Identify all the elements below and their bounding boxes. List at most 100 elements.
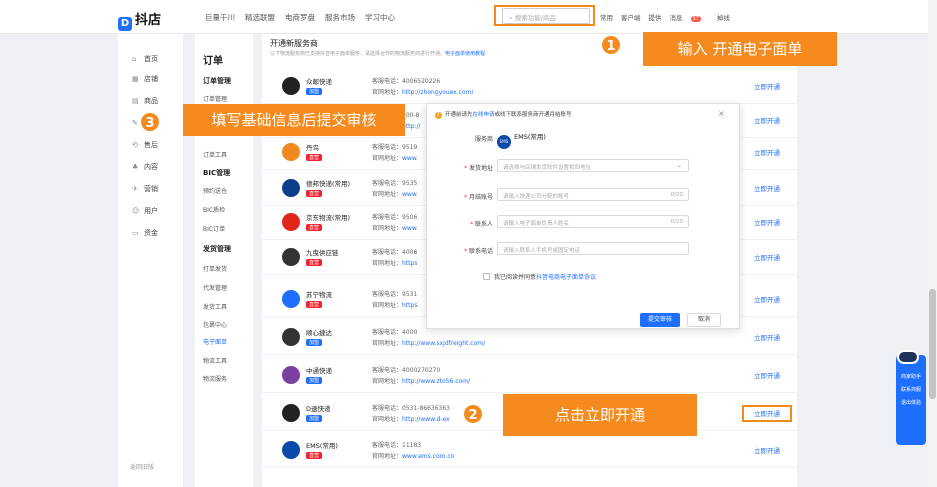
- sidebar-item-home[interactable]: ⌂ 首页: [132, 54, 158, 64]
- subnav-group-ship[interactable]: 发货管理: [203, 244, 231, 254]
- web-link[interactable]: www.: [402, 191, 418, 198]
- back-to-old-link[interactable]: 返回旧版: [130, 462, 154, 471]
- helper-panel[interactable]: 商家助手 联系商服 退出体验: [896, 355, 926, 445]
- web-link[interactable]: www.: [402, 155, 418, 162]
- sidebar-item-marketing[interactable]: ✈ 营销: [132, 184, 158, 194]
- web-link[interactable]: http://www.d-ex: [402, 416, 450, 423]
- open-service-modal: ! 开通前请先在线申请或线下联系服务商开通月结账号 × 服务商 EMSEMS(常用…: [426, 103, 740, 329]
- tel-prefix: 客服电话：: [372, 180, 403, 187]
- tel-value: 4006520226: [402, 78, 441, 85]
- recent-link[interactable]: 常用: [600, 14, 613, 22]
- web-link[interactable]: https: [402, 260, 417, 267]
- open-now-button[interactable]: 立即开通: [754, 81, 780, 91]
- web-link[interactable]: http://zhongyouex.com/: [402, 89, 474, 96]
- provide-link[interactable]: 提供: [649, 14, 662, 22]
- aftersale-icon: ⟲: [132, 141, 138, 149]
- open-now-button[interactable]: 立即开通: [754, 445, 780, 455]
- field-label: * 发货地址: [464, 165, 493, 172]
- close-icon[interactable]: ×: [718, 109, 725, 118]
- subnav-item[interactable]: 订单管理: [203, 94, 227, 103]
- sidebar-item-aftersale[interactable]: ⟲ 售后: [132, 140, 158, 150]
- provider-tag: 加盟: [306, 339, 323, 346]
- tel-prefix: 客服电话：: [372, 78, 403, 85]
- open-now-button[interactable]: 立即开通: [754, 115, 780, 125]
- address-select[interactable]: 请选择与店铺发货软件设置相同地址 ⌄: [497, 159, 689, 172]
- provider-tag: 直营: [306, 154, 323, 161]
- open-now-button[interactable]: 立即开通: [754, 147, 780, 157]
- open-now-button[interactable]: 立即开通: [754, 217, 780, 227]
- provider-logo-icon: [282, 290, 300, 308]
- field-label: * 月结账号: [464, 194, 493, 201]
- apply-online-link[interactable]: 在线申请: [473, 112, 495, 118]
- subnav-item[interactable]: 发货工具: [203, 302, 227, 311]
- subnav-group-order[interactable]: 订单管理: [203, 76, 231, 86]
- open-now-button[interactable]: 立即开通: [754, 183, 780, 193]
- web-link[interactable]: http://www.zto56.com/: [402, 378, 470, 385]
- subnav-item[interactable]: 打单发货: [203, 264, 227, 273]
- callout-1: 输入 开通电子面单: [643, 32, 837, 66]
- field-label: * 联系电话: [464, 248, 493, 255]
- subnav-item[interactable]: 代发管理: [203, 283, 227, 292]
- account-input[interactable]: 请输入快递公司分配的账号 0/20: [497, 188, 689, 201]
- tutorial-link[interactable]: 电子面单使用教程: [445, 51, 485, 57]
- warning-icon: !: [435, 112, 442, 119]
- submit-button[interactable]: 提交审核: [640, 313, 680, 327]
- web-link[interactable]: http://www.sxjdfreight.com/: [402, 340, 485, 347]
- provider-tag: 直营: [306, 259, 323, 266]
- provider-name: 顺心捷达: [306, 329, 332, 337]
- subnav-item[interactable]: 物流服务: [203, 374, 227, 383]
- nav-item[interactable]: 电商罗盘: [285, 13, 315, 22]
- subnav-item[interactable]: 预约送仓: [203, 186, 227, 195]
- sidebar-item-goods[interactable]: ▤ 商品: [132, 96, 158, 106]
- tel-prefix: 客服电话：: [372, 367, 403, 374]
- open-now-button[interactable]: 立即开通: [754, 370, 780, 380]
- tel-value: 0531-86636363: [402, 405, 450, 412]
- phone-input[interactable]: 请输入联系人手机号或固定电话: [497, 242, 689, 255]
- field-label-text: 发货地址: [468, 165, 493, 172]
- sidebar-item-content[interactable]: ♣ 内容: [132, 162, 158, 172]
- nav-item[interactable]: 精选联盟: [245, 13, 275, 22]
- subnav-item[interactable]: BIC质检: [203, 205, 225, 214]
- open-now-button[interactable]: 立即开通: [754, 332, 780, 342]
- desc-text: 以下物流服务商已支持抖音电子面单服务，请选择合作的物流服务商进行开通。: [270, 51, 446, 57]
- provider-logo-icon: [282, 143, 300, 161]
- subnav-item-active[interactable]: 电子面单: [203, 337, 227, 346]
- shop-icon: ▦: [132, 75, 139, 83]
- open-now-button[interactable]: 立即开通: [754, 294, 780, 304]
- scrollbar-thumb[interactable]: [929, 289, 936, 399]
- agreement-link[interactable]: 抖音电商电子面单协议: [536, 274, 596, 281]
- subnav-item[interactable]: 包裹中心: [203, 320, 227, 329]
- web-link[interactable]: www.ems.com.cn: [402, 453, 454, 460]
- agreement: 我已阅读并同意抖音电商电子面单协议: [483, 272, 596, 281]
- step-1-badge: 1: [600, 34, 622, 56]
- scrollbar[interactable]: [928, 0, 937, 487]
- nav-item[interactable]: 服务市场: [325, 13, 355, 22]
- sub-nav: 订单 订单管理 订单管理 订单工具 BIC管理 预约送仓 BIC质检 BIC订单…: [195, 34, 253, 487]
- helper-item[interactable]: 联系商服: [896, 386, 926, 393]
- subnav-item[interactable]: 物流工具: [203, 356, 227, 365]
- client-link[interactable]: 客户端: [621, 14, 641, 22]
- sidebar-item-user[interactable]: ☺ 用户: [132, 206, 158, 216]
- helper-item[interactable]: 退出体验: [896, 399, 926, 406]
- provider-logo-icon: [282, 248, 300, 266]
- subnav-group-bic[interactable]: BIC管理: [203, 168, 230, 178]
- nav-item[interactable]: 学习中心: [365, 13, 395, 22]
- sidebar-item-funds[interactable]: ▭ 资金: [132, 228, 158, 238]
- user-menu[interactable]: 掉线: [717, 14, 730, 22]
- web-link[interactable]: https: [402, 302, 417, 309]
- tel-value: 9519: [402, 144, 418, 151]
- sidebar-item-shop[interactable]: ▦ 店铺: [132, 74, 158, 84]
- app-logo[interactable]: D 抖店: [118, 9, 161, 31]
- contact-input[interactable]: 请输入电子面单负责人姓名 0/20: [497, 215, 689, 228]
- agree-checkbox[interactable]: [483, 273, 490, 280]
- subnav-item[interactable]: 订单工具: [203, 150, 227, 159]
- open-now-button[interactable]: 立即开通: [754, 252, 780, 262]
- subnav-item[interactable]: BIC订单: [203, 224, 225, 233]
- top-bar: D 抖店 巨量千川 精选联盟 电商罗盘 服务市场 学习中心 ⌕ 搜索功能/商品 常用 客户端…: [0, 0, 937, 34]
- provider-tag: 直营: [306, 190, 323, 197]
- web-link[interactable]: www.: [402, 225, 418, 232]
- nav-item[interactable]: 巨量千川: [205, 13, 235, 22]
- cancel-button[interactable]: 取消: [687, 313, 721, 327]
- helper-item[interactable]: 商家助手: [896, 373, 926, 380]
- message-link[interactable]: 消息 37: [670, 14, 709, 22]
